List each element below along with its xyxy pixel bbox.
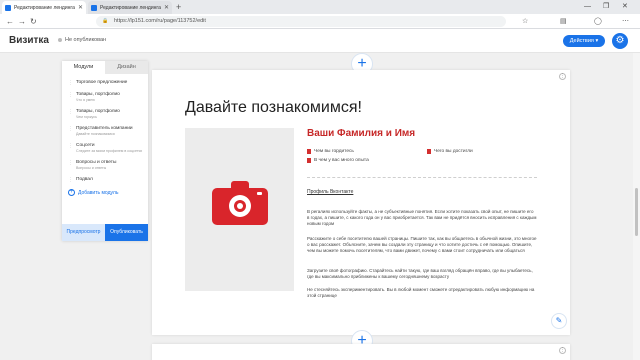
sidebar-item-subtitle: Следите за моим профилем в соцсетях bbox=[76, 149, 143, 153]
bullet-text: В чем у вас много опыта bbox=[314, 158, 369, 163]
sidebar-item-offer[interactable]: ⋮ Торговое предложение bbox=[68, 80, 144, 86]
collections-icon[interactable]: ▤ bbox=[560, 17, 567, 26]
scrollbar-thumb[interactable] bbox=[635, 188, 638, 236]
sidebar-actions: Предпросмотр Опубликовать bbox=[62, 224, 148, 241]
sidebar-item-representative[interactable]: ⋮ Представитель компании Давайте познако… bbox=[68, 126, 144, 137]
favicon-icon bbox=[91, 4, 97, 11]
actions-button[interactable]: Действия ▾ bbox=[563, 35, 605, 47]
tab-label: Редактирование лендинга | [B bbox=[14, 4, 76, 11]
block-menu-icon[interactable]: ⋮ bbox=[559, 73, 566, 80]
address-bar[interactable]: 🔒 https://lp151.com/ru/page/113752/edit bbox=[96, 16, 506, 27]
bullet-item[interactable]: Чем вы гордитесь bbox=[307, 149, 354, 154]
back-icon[interactable]: ← bbox=[6, 16, 14, 27]
add-module-label: Добавить модуль bbox=[78, 189, 119, 196]
text-paragraph[interactable]: В регалиях используйте факты, а не субъе… bbox=[307, 209, 537, 228]
drag-handle-icon[interactable]: ⋮ bbox=[68, 177, 73, 183]
app-header: Визитка Не опубликован Действия ▾ ⚙ bbox=[0, 29, 640, 53]
camera-icon bbox=[212, 179, 268, 225]
sidebar-item-social[interactable]: ⋮ Соцсети Следите за моим профилем в соц… bbox=[68, 143, 144, 154]
module-list: ⋮ Торговое предложение ⋮ Товары, портфол… bbox=[62, 80, 148, 183]
text-paragraph[interactable]: Не стесняйтесь экспериментировать. Вы в … bbox=[307, 287, 537, 299]
sidebar-item-subtitle: Вопросы и ответы bbox=[76, 166, 107, 170]
sidebar-item-subtitle: Что я умею bbox=[76, 98, 95, 102]
drag-handle-icon[interactable]: ⋮ bbox=[68, 143, 73, 149]
block-menu-icon[interactable]: ⋮ bbox=[559, 347, 566, 354]
forward-icon[interactable]: → bbox=[18, 16, 26, 27]
settings-button[interactable]: ⚙ bbox=[612, 33, 628, 49]
sidebar-item-products-2[interactable]: ⋮ Товары, портфолио Чем горжусь bbox=[68, 109, 144, 120]
about-block: ⋮ Давайте познакомимся! Ваши Фамилия и И… bbox=[152, 70, 570, 335]
text-paragraph[interactable]: Загрузите своё фотографию. Старайтесь на… bbox=[307, 268, 537, 280]
browser-tab-2[interactable]: Редактирование лендинга | [B ✕ bbox=[88, 1, 172, 14]
bullet-text: Чего вы достигли bbox=[434, 149, 473, 154]
drag-handle-icon[interactable]: ⋮ bbox=[68, 126, 73, 132]
drag-handle-icon[interactable]: ⋮ bbox=[68, 109, 73, 115]
bookmark-icon bbox=[427, 149, 431, 154]
bookmark-icon bbox=[307, 158, 311, 163]
photo-placeholder[interactable] bbox=[185, 128, 294, 291]
browser-toolbar: ← → ↻ 🔒 https://lp151.com/ru/page/113752… bbox=[0, 14, 640, 29]
plus-icon: + bbox=[68, 189, 75, 196]
sidebar-item-title: Подвал bbox=[76, 177, 93, 182]
reload-icon[interactable]: ↻ bbox=[30, 16, 37, 27]
sidebar-item-subtitle: Чем горжусь bbox=[76, 115, 97, 119]
status-text: Не опубликован bbox=[65, 37, 107, 43]
page-title: Визитка bbox=[9, 35, 49, 46]
divider bbox=[307, 177, 537, 178]
sidebar-item-subtitle: Давайте познакомимся bbox=[76, 132, 115, 136]
edit-block-button[interactable]: ✎ bbox=[551, 313, 567, 329]
preview-button[interactable]: Предпросмотр bbox=[62, 224, 105, 241]
vk-profile-link[interactable]: Профиль Вконтакте bbox=[307, 189, 353, 195]
bullet-text: Чем вы гордитесь bbox=[314, 149, 354, 154]
text-paragraph[interactable]: Расскажите о себе посетителю вашей стран… bbox=[307, 236, 537, 255]
person-name[interactable]: Ваши Фамилия и Имя bbox=[307, 128, 415, 139]
sidebar-item-footer[interactable]: ⋮ Подвал bbox=[68, 177, 144, 183]
block-heading[interactable]: Давайте познакомимся! bbox=[185, 99, 362, 117]
status-dot-icon bbox=[58, 38, 62, 42]
bullet-item[interactable]: В чем у вас много опыта bbox=[307, 158, 369, 163]
star-icon[interactable]: ☆ bbox=[522, 17, 528, 26]
actions-label: Действия bbox=[569, 38, 594, 44]
status-badge: Не опубликован bbox=[58, 37, 106, 43]
sidebar-item-products-1[interactable]: ⋮ Товары, портфолио Что я умею bbox=[68, 92, 144, 103]
maximize-button[interactable]: ❐ bbox=[603, 2, 609, 12]
close-icon[interactable]: ✕ bbox=[78, 4, 83, 11]
sidebar-tabs: Модули Дизайн bbox=[62, 61, 148, 74]
sidebar-item-title: Торговое предложение bbox=[76, 80, 128, 85]
sidebar-item-faq[interactable]: ⋮ Вопросы и ответы Вопросы и ответы bbox=[68, 160, 144, 171]
tab-modules[interactable]: Модули bbox=[62, 61, 105, 74]
bookmark-icon bbox=[307, 149, 311, 154]
lock-icon: 🔒 bbox=[102, 18, 109, 24]
tab-label: Редактирование лендинга | [B bbox=[100, 4, 162, 11]
module-sidebar: Модули Дизайн ⋮ Торговое предложение ⋮ Т… bbox=[62, 61, 148, 241]
chevron-down-icon: ▾ bbox=[595, 38, 599, 44]
browser-tab-1[interactable]: Редактирование лендинга | [B ✕ bbox=[2, 1, 86, 14]
close-window-button[interactable]: ✕ bbox=[622, 2, 628, 12]
gear-icon: ⚙ bbox=[615, 35, 625, 46]
url-text: https://lp151.com/ru/page/113752/edit bbox=[114, 18, 206, 24]
bullet-item[interactable]: Чего вы достигли bbox=[427, 149, 473, 154]
next-block: ⋮ bbox=[152, 344, 570, 360]
drag-handle-icon[interactable]: ⋮ bbox=[68, 92, 73, 98]
new-tab-button[interactable]: + bbox=[176, 1, 181, 13]
profile-icon[interactable]: ◯ bbox=[594, 17, 602, 26]
browser-tab-bar: Редактирование лендинга | [B ✕ Редактиро… bbox=[0, 0, 640, 14]
pencil-icon: ✎ bbox=[555, 316, 563, 325]
drag-handle-icon[interactable]: ⋮ bbox=[68, 160, 73, 166]
minimize-button[interactable]: — bbox=[584, 2, 591, 12]
favicon-icon bbox=[5, 4, 11, 11]
more-icon[interactable]: ⋯ bbox=[622, 17, 629, 26]
add-module-button[interactable]: + Добавить модуль bbox=[68, 189, 148, 196]
drag-handle-icon[interactable]: ⋮ bbox=[68, 80, 73, 86]
close-icon[interactable]: ✕ bbox=[164, 4, 169, 11]
publish-button[interactable]: Опубликовать bbox=[105, 224, 148, 241]
tab-design[interactable]: Дизайн bbox=[105, 61, 148, 74]
